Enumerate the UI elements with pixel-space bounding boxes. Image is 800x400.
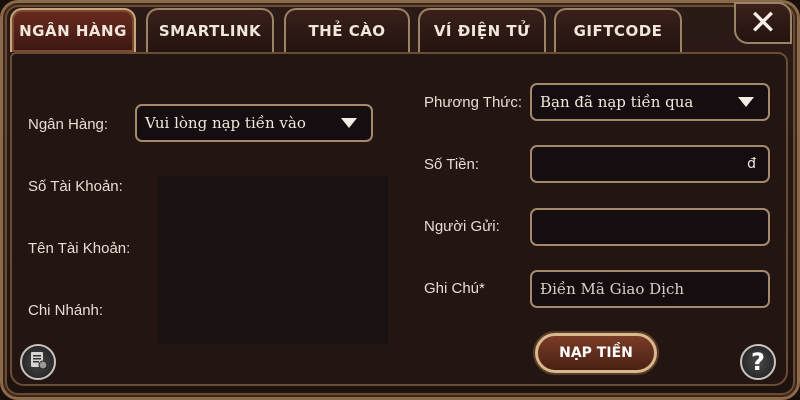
sender-input[interactable] xyxy=(530,208,770,246)
sender-label: Người Gửi: xyxy=(424,218,500,235)
branch-label: Chi Nhánh: xyxy=(28,302,104,319)
account-number-label: Số Tài Khoản: xyxy=(28,178,123,195)
amount-input[interactable]: đ xyxy=(530,145,770,183)
note-input[interactable]: Điền Mã Giao Dịch xyxy=(530,270,770,308)
bank-label: Ngân Hàng: xyxy=(28,116,109,133)
method-select-value: Bạn đã nạp tiền qua xyxy=(540,93,694,111)
chevron-down-icon xyxy=(341,118,357,128)
tab-smartlink[interactable]: SMARTLINK xyxy=(146,8,274,52)
tab-vi-dien-tu[interactable]: VÍ ĐIỆN TỬ xyxy=(418,8,546,52)
help-button[interactable]: ? xyxy=(740,344,776,380)
chevron-down-icon xyxy=(738,97,754,107)
help-icon: ? xyxy=(751,348,765,376)
close-icon: ✕ xyxy=(748,3,778,43)
history-icon xyxy=(28,350,48,374)
method-label: Phương Thức: xyxy=(424,94,523,111)
method-select[interactable]: Bạn đã nạp tiền qua xyxy=(530,83,770,121)
bank-info-box xyxy=(158,176,388,344)
bank-select-value: Vui lòng nạp tiền vào xyxy=(145,114,306,132)
note-label: Ghi Chú* xyxy=(424,280,485,297)
currency-symbol: đ xyxy=(747,156,756,172)
close-button[interactable]: ✕ xyxy=(734,2,792,44)
account-name-label: Tên Tài Khoản: xyxy=(28,240,131,257)
tab-giftcode[interactable]: GIFTCODE xyxy=(554,8,682,52)
bank-select[interactable]: Vui lòng nạp tiền vào xyxy=(135,104,373,142)
deposit-submit-button[interactable]: NẠP TIỀN xyxy=(535,333,657,373)
tab-ngan-hang[interactable]: NGÂN HÀNG xyxy=(10,8,136,52)
note-placeholder: Điền Mã Giao Dịch xyxy=(540,280,685,298)
history-button[interactable] xyxy=(20,344,56,380)
tab-the-cao[interactable]: THẺ CÀO xyxy=(284,8,410,52)
amount-label: Số Tiền: xyxy=(424,156,480,173)
